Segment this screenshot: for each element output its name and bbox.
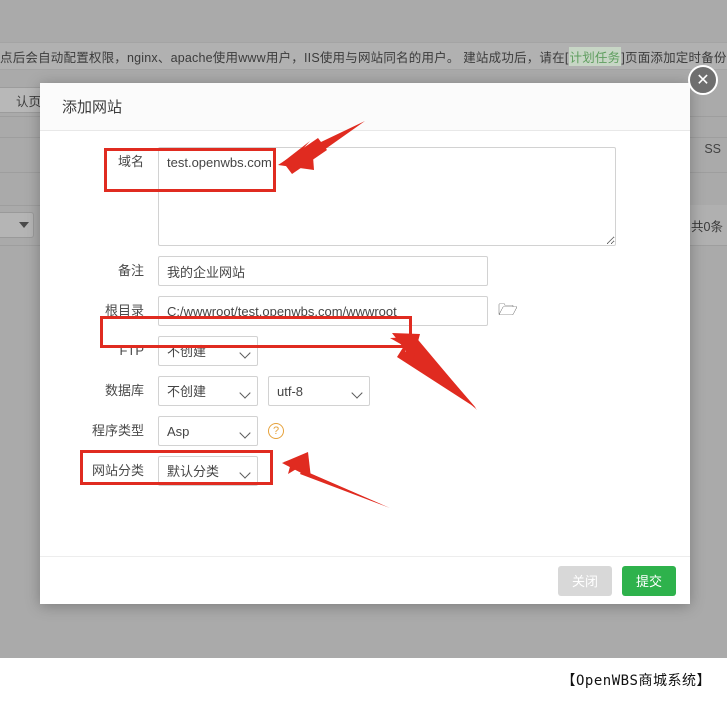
form-row-database: 数据库 不创建 utf-8 [40,376,690,406]
form-row-ftp: FTP 不创建 [40,336,690,366]
notice-text-prefix: 点后会自动配置权限，nginx、apache使用www用户，IIS使用与网站同名… [0,47,569,66]
domain-input[interactable]: test.openwbs.com [158,147,616,246]
record-count: 共0条 [691,212,723,238]
domain-control: test.openwbs.com [158,147,616,246]
remark-input[interactable] [158,256,488,286]
apptype-select[interactable]: Asp [158,416,258,446]
database-select-wrap: 不创建 [158,376,258,406]
page-footer: 【OpenWBS商城系统】 [0,658,727,701]
dialog-footer: 关闭 提交 [40,556,690,604]
close-icon[interactable]: ✕ [688,65,718,95]
help-icon[interactable]: ? [268,423,284,439]
rootdir-control: 🗁 [158,296,518,326]
form-row-remark: 备注 [40,256,690,286]
background-filter-select[interactable]: 乍 [0,212,34,238]
close-button[interactable]: 关闭 [558,566,612,596]
scheduled-task-link[interactable]: 计划任务 [569,47,622,66]
submit-button[interactable]: 提交 [622,566,676,596]
ftp-select-wrap: 不创建 [158,336,258,366]
database-label: 数据库 [60,376,158,406]
screen: 点后会自动配置权限，nginx、apache使用www用户，IIS使用与网站同名… [0,0,727,701]
form-row-apptype: 程序类型 Asp ? [40,416,690,446]
category-select-wrap: 默认分类 [158,456,258,486]
form-row-rootdir: 根目录 🗁 [40,296,690,326]
category-select[interactable]: 默认分类 [158,456,258,486]
database-control: 不创建 utf-8 [158,376,370,406]
watermark: 【OpenWBS商城系统】 [561,670,711,690]
ssl-column-header: SS [704,142,721,156]
tab-default-page-label: 认页 [16,91,41,110]
apptype-control: Asp ? [158,416,284,446]
notice-text-suffix: ]页面添加定时备份任务！ [621,47,727,66]
category-control: 默认分类 [158,456,258,486]
dialog-body: 域名 test.openwbs.com 备注 根目录 🗁 [40,131,690,556]
folder-icon[interactable]: 🗁 [498,296,518,326]
add-website-dialog: 添加网站 ✕ 域名 test.openwbs.com 备注 根目录 [40,83,690,604]
rootdir-input[interactable] [158,296,488,326]
dialog-title: 添加网站 [62,96,122,117]
form-row-category: 网站分类 默认分类 [40,456,690,486]
form-row-domain: 域名 test.openwbs.com [40,147,690,246]
dialog-header: 添加网站 ✕ [40,83,690,131]
ftp-control: 不创建 [158,336,258,366]
database-select[interactable]: 不创建 [158,376,258,406]
notice-bar: 点后会自动配置权限，nginx、apache使用www用户，IIS使用与网站同名… [0,42,727,70]
apptype-label: 程序类型 [60,416,158,446]
ftp-select[interactable]: 不创建 [158,336,258,366]
chevron-down-icon [19,222,29,228]
charset-select[interactable]: utf-8 [268,376,370,406]
charset-select-wrap: utf-8 [268,376,370,406]
ftp-label: FTP [60,336,158,366]
apptype-select-wrap: Asp [158,416,258,446]
domain-label: 域名 [60,147,158,177]
remark-control [158,256,488,286]
rootdir-label: 根目录 [60,296,158,326]
category-label: 网站分类 [60,456,158,486]
remark-label: 备注 [60,256,158,286]
